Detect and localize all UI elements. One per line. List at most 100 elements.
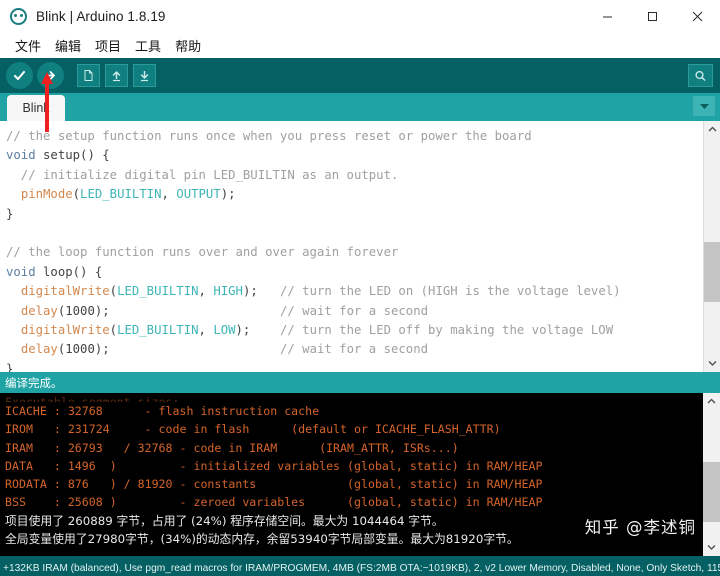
chevron-down-icon <box>707 545 716 550</box>
verify-button[interactable] <box>6 62 33 89</box>
code-token: // wait for a second <box>279 342 429 357</box>
code-token: delay <box>20 342 58 357</box>
status-message: 编译完成。 <box>5 377 63 390</box>
code-token: OUTPUT <box>176 187 221 202</box>
code-token: // the setup function runs once when you… <box>6 129 532 143</box>
menu-help[interactable]: 帮助 <box>168 34 208 57</box>
code-line: digitalWrite(LED_BUILTIN, HIGH); // turn… <box>6 282 703 301</box>
code-line: // the loop function runs over and over … <box>6 243 703 262</box>
console-area: Executable segment sizes: ICACHE : 32768 … <box>0 393 720 556</box>
menu-tools[interactable]: 工具 <box>128 34 168 57</box>
maximize-button[interactable] <box>630 0 675 33</box>
code-line: delay(1000); // wait for a second <box>6 340 703 359</box>
upload-button[interactable] <box>37 62 64 89</box>
editor-scroll-thumb[interactable] <box>703 242 720 302</box>
code-token: loop() { <box>35 264 103 279</box>
console-scroll-down-button[interactable] <box>703 539 720 556</box>
tab-label: Blink <box>22 101 50 115</box>
window-controls <box>585 0 720 33</box>
console-scroll-thumb[interactable] <box>703 462 720 522</box>
code-line: // the setup function runs once when you… <box>6 127 703 146</box>
status-bar: 编译完成。 <box>0 372 720 393</box>
board-config-bar: +132KB IRAM (balanced), Use pgm_read mac… <box>0 556 720 576</box>
code-token: // initialize digital pin LED_BUILTIN as… <box>6 167 399 182</box>
code-token: digitalWrite <box>20 322 110 337</box>
code-token: HIGH <box>213 284 243 299</box>
code-token: , <box>198 284 214 299</box>
close-button[interactable] <box>675 0 720 33</box>
code-token: delay <box>20 303 58 318</box>
menu-edit[interactable]: 编辑 <box>48 34 88 57</box>
menu-bar: 文件 编辑 项目 工具 帮助 <box>0 33 720 58</box>
menu-file[interactable]: 文件 <box>8 34 48 57</box>
code-token: } <box>6 206 14 221</box>
arrow-right-icon <box>47 71 55 80</box>
watermark: 知乎 @李述铜 <box>584 518 696 537</box>
code-token: // turn the LED off by making the voltag… <box>279 322 614 337</box>
tab-bar: Blink <box>0 93 720 121</box>
open-sketch-button[interactable] <box>105 64 128 87</box>
tab-menu-button[interactable] <box>693 96 715 116</box>
arduino-ide-window: Blink | Arduino 1.8.19 文件 编辑 项目 工具 帮助 Bl… <box>0 0 720 576</box>
console-line: ICACHE : 32768 - flash instruction cache <box>5 404 320 418</box>
chevron-up-icon <box>707 398 716 404</box>
save-sketch-button[interactable] <box>133 64 156 87</box>
tab-blink[interactable]: Blink <box>7 95 65 121</box>
editor-scrollbar[interactable] <box>703 121 720 372</box>
board-config-text: +132KB IRAM (balanced), Use pgm_read mac… <box>3 562 720 574</box>
console-scroll-up-button[interactable] <box>703 393 720 410</box>
arrow-down-icon <box>140 71 149 82</box>
code-token: , <box>161 187 177 202</box>
code-editor[interactable]: // the setup function runs once when you… <box>0 121 703 372</box>
code-token: (1000); <box>57 303 280 318</box>
menu-sketch[interactable]: 项目 <box>88 34 128 57</box>
code-token: void <box>6 148 36 163</box>
serial-monitor-button[interactable] <box>688 64 713 87</box>
new-file-icon <box>84 70 93 81</box>
check-icon <box>13 70 26 81</box>
code-token: LED_BUILTIN <box>117 322 199 337</box>
scroll-down-button[interactable] <box>703 355 720 372</box>
code-line: void setup() { <box>6 146 703 165</box>
code-token: digitalWrite <box>20 284 110 299</box>
code-line: } <box>6 360 703 372</box>
magnifier-icon <box>695 70 706 81</box>
new-sketch-button[interactable] <box>77 64 100 87</box>
code-token: ( <box>109 322 118 337</box>
minimize-button[interactable] <box>585 0 630 33</box>
editor-scroll-track[interactable] <box>703 138 720 355</box>
chevron-down-icon <box>708 361 716 366</box>
code-line: delay(1000); // wait for a second <box>6 302 703 321</box>
code-token: (1000); <box>57 342 280 357</box>
code-token: ( <box>72 187 81 202</box>
console-line: DATA : 1496 ) - initialized variables (g… <box>5 458 543 473</box>
code-token: // the loop function runs over and over … <box>6 245 399 260</box>
code-editor-area: // the setup function runs once when you… <box>0 121 720 372</box>
chevron-down-icon <box>699 104 709 109</box>
code-token: void <box>6 264 36 279</box>
code-line: // initialize digital pin LED_BUILTIN as… <box>6 166 703 185</box>
console-line: BSS : 25608 ) - zeroed variables (global… <box>5 495 543 510</box>
code-line: void loop() { <box>6 263 703 282</box>
code-token: pinMode <box>20 187 73 202</box>
code-token: setup() { <box>35 148 110 163</box>
chevron-up-icon <box>708 126 716 132</box>
code-token: ); <box>235 322 280 337</box>
code-token: LED_BUILTIN <box>80 187 162 202</box>
code-token: , <box>198 322 214 337</box>
scroll-up-button[interactable] <box>703 121 720 138</box>
code-token: LED_BUILTIN <box>117 284 199 299</box>
arrow-up-icon <box>112 71 121 82</box>
code-line: } <box>6 205 703 224</box>
code-line: digitalWrite(LED_BUILTIN, LOW); // turn … <box>6 321 703 340</box>
console-line: Executable segment sizes: <box>5 395 180 402</box>
console-scroll-track[interactable] <box>703 410 720 539</box>
title-bar: Blink | Arduino 1.8.19 <box>0 0 720 33</box>
console-scrollbar[interactable] <box>703 393 720 556</box>
code-token: ( <box>109 284 118 299</box>
